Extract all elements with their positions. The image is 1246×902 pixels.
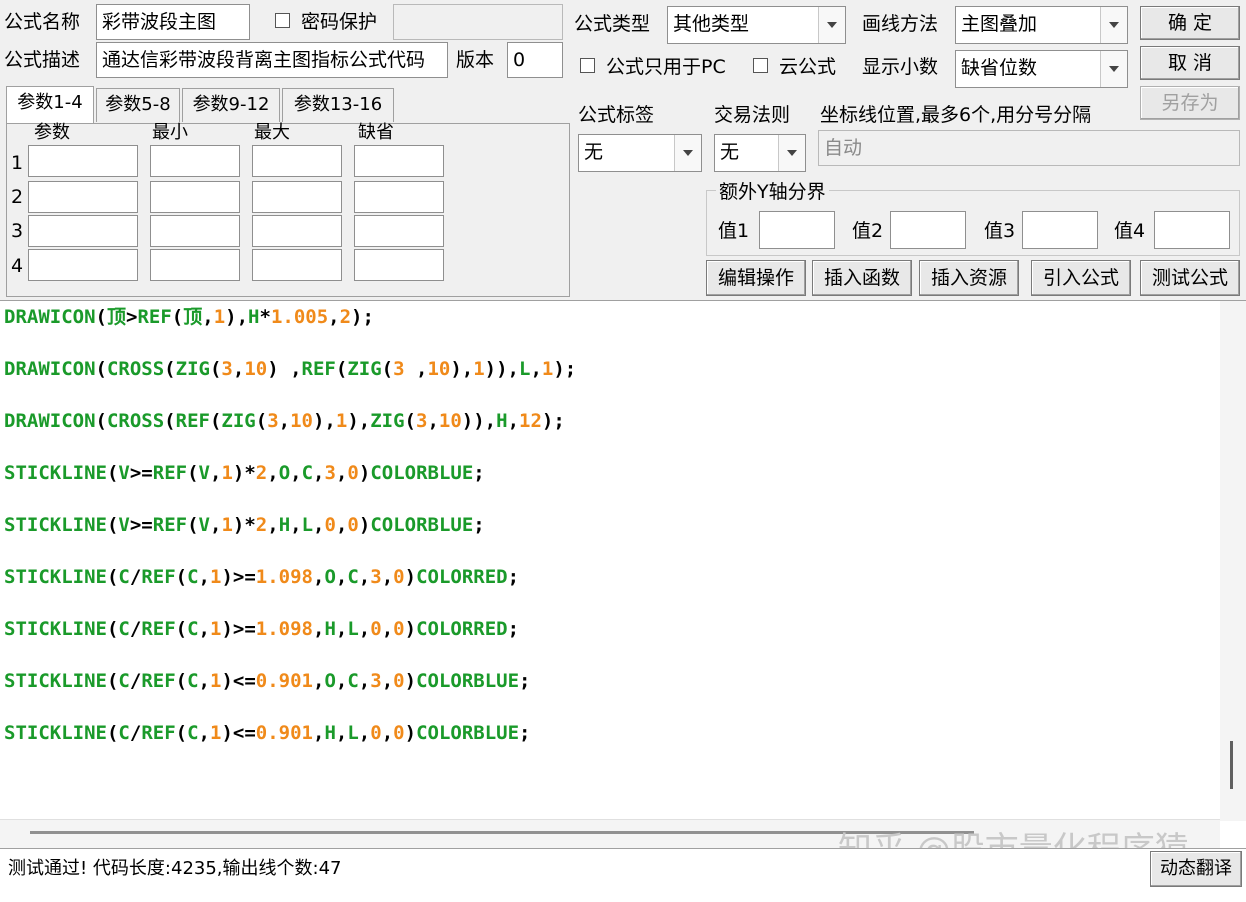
- chevron-down-icon[interactable]: [818, 7, 845, 43]
- tag-label: 公式标签: [578, 104, 655, 126]
- param-min-input[interactable]: [150, 249, 240, 281]
- pc-only-label: 公式只用于PC: [606, 56, 726, 78]
- formula-type-value: 其他类型: [673, 13, 750, 35]
- tab-params-13-16[interactable]: 参数13-16: [282, 88, 394, 122]
- status-message: 测试通过! 代码长度:4235,输出线个数:47: [8, 858, 342, 879]
- tag-value: 无: [584, 141, 604, 163]
- formula-name-input[interactable]: 彩带波段主图: [96, 4, 250, 40]
- chevron-down-icon[interactable]: [1100, 51, 1127, 87]
- min-col-header: 最小: [152, 122, 188, 143]
- tab-params-1-4[interactable]: 参数1-4: [6, 86, 94, 124]
- param-default-input[interactable]: [354, 145, 444, 177]
- v4-label: 值4: [1114, 220, 1146, 242]
- vertical-scrollbar[interactable]: [1220, 301, 1246, 821]
- version-input[interactable]: 0: [507, 42, 563, 78]
- param-max-input[interactable]: [252, 181, 342, 213]
- param-min-input[interactable]: [150, 181, 240, 213]
- chevron-down-icon[interactable]: [778, 135, 805, 171]
- cloud-label: 云公式: [779, 56, 837, 78]
- code-line: STICKLINE(C/REF(C,1)<=0.901,H,L,0,0)COLO…: [4, 722, 531, 744]
- row-number: 4: [11, 255, 24, 277]
- param-default-input[interactable]: [354, 215, 444, 247]
- decimal-value: 缺省位数: [961, 57, 1038, 79]
- test-formula-button[interactable]: 测试公式: [1140, 260, 1240, 296]
- vertical-scroll-thumb[interactable]: [1230, 741, 1233, 789]
- tab-params-9-12[interactable]: 参数9-12: [182, 88, 280, 122]
- formula-type-select[interactable]: 其他类型: [667, 6, 846, 44]
- insert-resource-button[interactable]: 插入资源: [919, 260, 1019, 296]
- cloud-checkbox[interactable]: [753, 58, 768, 73]
- draw-method-value: 主图叠加: [961, 13, 1038, 35]
- code-line: DRAWICON(CROSS(REF(ZIG(3,10),1),ZIG(3,10…: [4, 410, 565, 432]
- trade-rule-value: 无: [720, 141, 740, 163]
- param-min-input[interactable]: [150, 145, 240, 177]
- pc-only-checkbox[interactable]: [580, 58, 595, 73]
- tab-params-5-8[interactable]: 参数5-8: [96, 88, 180, 122]
- row-number: 1: [11, 152, 24, 174]
- decimal-select[interactable]: 缺省位数: [955, 50, 1128, 88]
- row-number: 3: [11, 220, 24, 242]
- code-line: STICKLINE(V>=REF(V,1)*2,O,C,3,0)COLORBLU…: [4, 462, 485, 484]
- extra-y-title: 额外Y轴分界: [716, 180, 829, 204]
- status-area: 测试通过! 代码长度:4235,输出线个数:47 动态翻译: [0, 848, 1246, 902]
- edit-ops-button[interactable]: 编辑操作: [706, 260, 806, 296]
- insert-function-button[interactable]: 插入函数: [812, 260, 912, 296]
- password-input: [393, 4, 563, 40]
- cancel-button[interactable]: 取 消: [1140, 46, 1240, 80]
- save-as-button[interactable]: 另存为: [1140, 86, 1240, 120]
- param-min-input[interactable]: [150, 215, 240, 247]
- v3-label: 值3: [984, 220, 1016, 242]
- dynamic-translate-button[interactable]: 动态翻译: [1150, 851, 1242, 887]
- param-default-input[interactable]: [354, 181, 444, 213]
- password-checkbox[interactable]: [275, 13, 290, 28]
- trade-rule-label: 交易法则: [714, 104, 791, 126]
- import-formula-button[interactable]: 引入公式: [1031, 260, 1131, 296]
- code-line: STICKLINE(C/REF(C,1)>=1.098,H,L,0,0)COLO…: [4, 618, 520, 640]
- v2-input[interactable]: [890, 211, 966, 249]
- chevron-down-icon[interactable]: [1100, 7, 1127, 43]
- formula-desc-label: 公式描述: [4, 49, 81, 71]
- formula-desc-input[interactable]: 通达信彩带波段背离主图指标公式代码: [96, 42, 448, 78]
- code-line: STICKLINE(C/REF(C,1)>=1.098,O,C,3,0)COLO…: [4, 566, 520, 588]
- code-line: DRAWICON(CROSS(ZIG(3,10) ,REF(ZIG(3 ,10)…: [4, 358, 577, 380]
- password-label: 密码保护: [301, 11, 378, 33]
- v3-input[interactable]: [1022, 211, 1098, 249]
- formula-name-label: 公式名称: [4, 11, 81, 33]
- chevron-down-icon[interactable]: [674, 135, 701, 171]
- draw-method-select[interactable]: 主图叠加: [955, 6, 1128, 44]
- code-line: STICKLINE(C/REF(C,1)<=0.901,O,C,3,0)COLO…: [4, 670, 531, 692]
- axis-label: 坐标线位置,最多6个,用分号分隔: [820, 104, 1092, 126]
- v2-label: 值2: [852, 220, 884, 242]
- axis-input: 自动: [818, 130, 1240, 166]
- param-max-input[interactable]: [252, 145, 342, 177]
- ok-button[interactable]: 确 定: [1140, 6, 1240, 40]
- param-max-input[interactable]: [252, 215, 342, 247]
- tag-select[interactable]: 无: [578, 134, 702, 172]
- code-editor[interactable]: DRAWICON(顶>REF(顶,1),H*1.005,2); DRAWICON…: [0, 300, 1246, 849]
- v1-label: 值1: [718, 220, 750, 242]
- decimal-label: 显示小数: [862, 56, 939, 78]
- param-name-input[interactable]: [28, 249, 138, 281]
- param-name-input[interactable]: [28, 181, 138, 213]
- formula-type-label: 公式类型: [574, 13, 651, 35]
- param-max-input[interactable]: [252, 249, 342, 281]
- draw-method-label: 画线方法: [862, 13, 939, 35]
- row-number: 2: [11, 186, 24, 208]
- watermark: 知乎 @股市量化程序猿: [838, 827, 1189, 849]
- v4-input[interactable]: [1154, 211, 1230, 249]
- code-line: DRAWICON(顶>REF(顶,1),H*1.005,2);: [4, 306, 374, 328]
- param-name-input[interactable]: [28, 215, 138, 247]
- code-line: STICKLINE(V>=REF(V,1)*2,H,L,0,0)COLORBLU…: [4, 514, 485, 536]
- max-col-header: 最大: [254, 122, 290, 143]
- default-col-header: 缺省: [358, 122, 394, 143]
- param-col-header: 参数: [34, 122, 70, 143]
- param-default-input[interactable]: [354, 249, 444, 281]
- v1-input[interactable]: [759, 211, 835, 249]
- horizontal-scroll-thumb[interactable]: [30, 831, 974, 834]
- version-label: 版本: [456, 49, 495, 71]
- trade-rule-select[interactable]: 无: [714, 134, 806, 172]
- param-name-input[interactable]: [28, 145, 138, 177]
